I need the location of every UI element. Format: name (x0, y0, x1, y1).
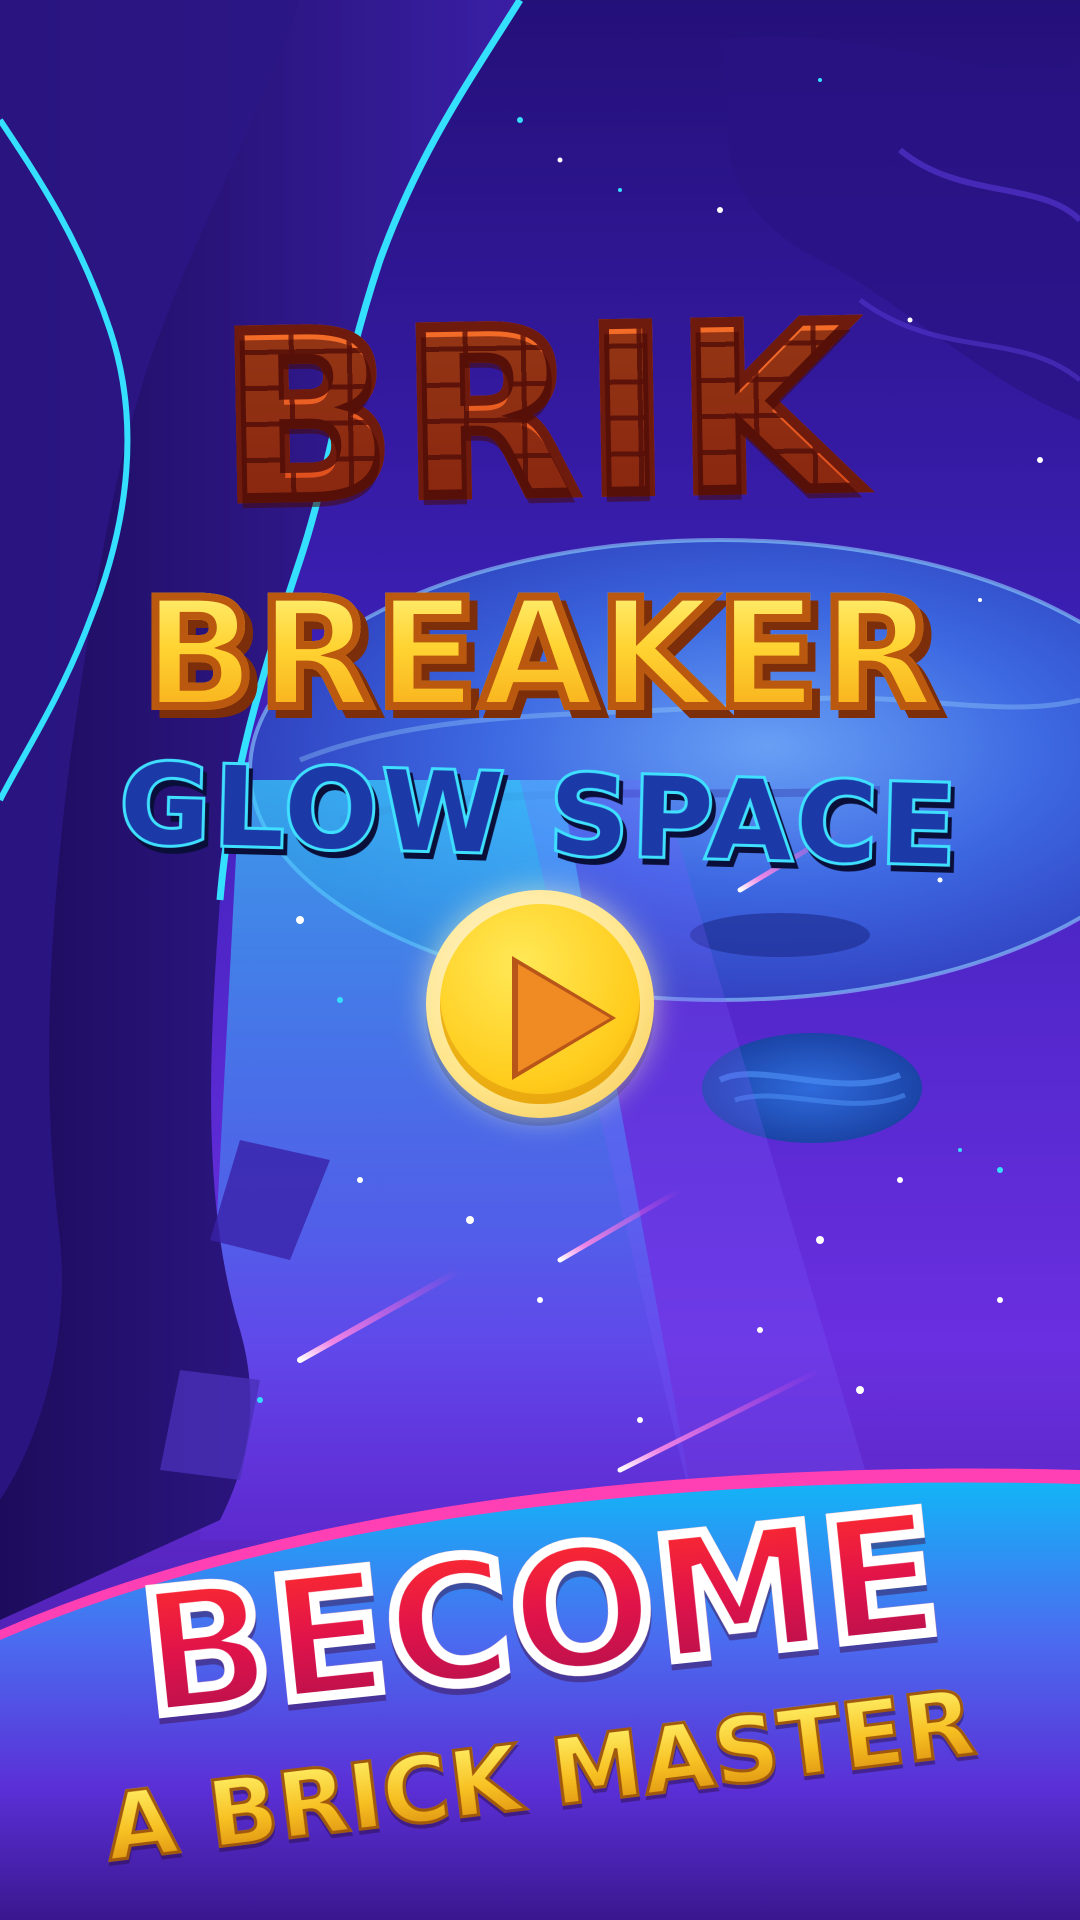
play-icon (518, 964, 610, 1072)
game-title-screen: BRIK BREAKER GLOW SPACE BECOME A BRICK M… (0, 0, 1080, 1920)
logo-brik-text: BRIK (0, 270, 1080, 559)
play-button[interactable] (426, 890, 654, 1118)
logo-breaker-text: BREAKER (0, 576, 1080, 734)
play-button-face[interactable] (440, 904, 640, 1104)
logo-glow-space-text: GLOW SPACE (115, 737, 964, 893)
